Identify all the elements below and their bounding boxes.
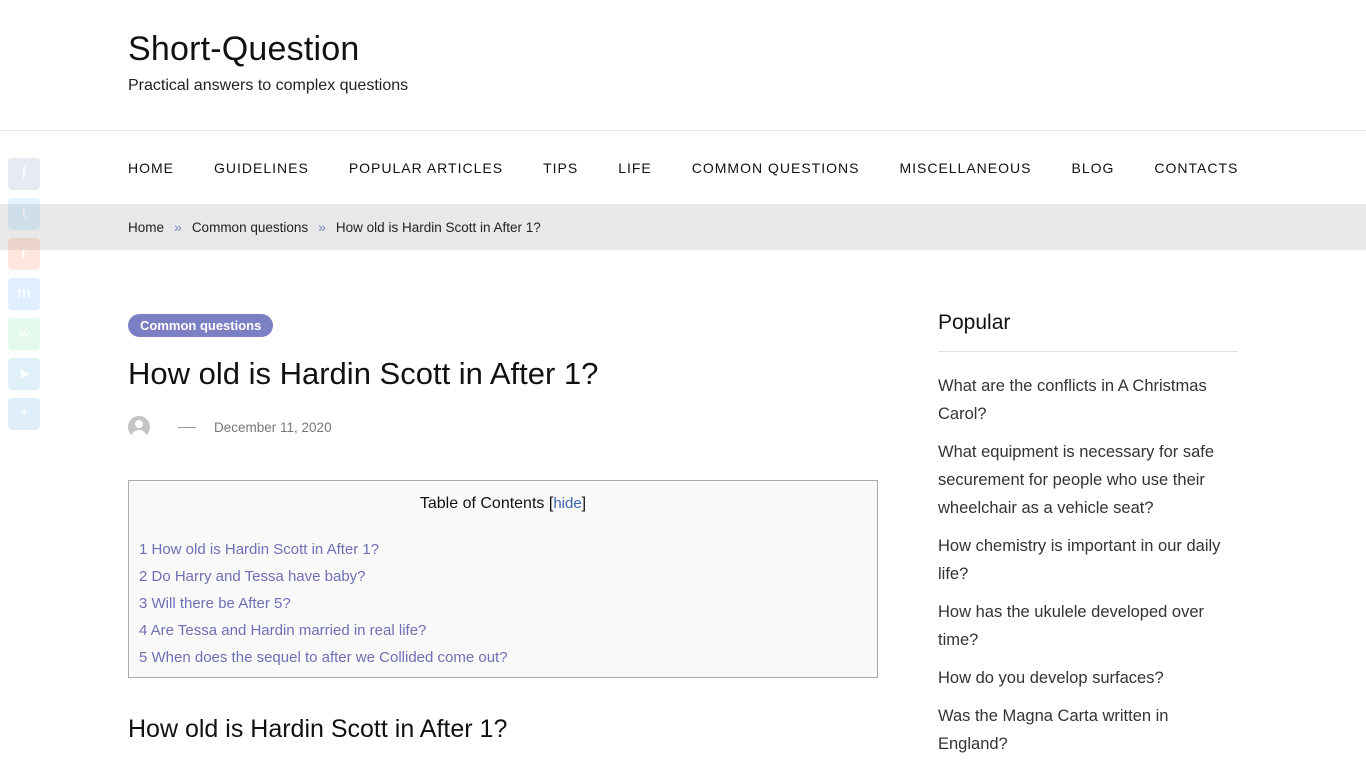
breadcrumb-category[interactable]: Common questions bbox=[192, 220, 308, 235]
list-item: How has the ukulele developed over time? bbox=[938, 598, 1238, 654]
nav-item-home[interactable]: HOME bbox=[128, 160, 174, 176]
popular-link[interactable]: How has the ukulele developed over time? bbox=[938, 603, 1204, 649]
breadcrumb-separator-icon: » bbox=[318, 219, 326, 235]
list-item: How chemistry is important in our daily … bbox=[938, 532, 1238, 588]
meta-dash bbox=[178, 426, 196, 428]
toc-link[interactable]: 4 Are Tessa and Hardin married in real l… bbox=[139, 622, 426, 639]
popular-list: What are the conflicts in A Christmas Ca… bbox=[938, 372, 1238, 768]
nav-item-popular-articles[interactable]: POPULAR ARTICLES bbox=[349, 160, 503, 176]
toc-item: 2 Do Harry and Tessa have baby? bbox=[139, 563, 508, 590]
sidebar-divider bbox=[938, 351, 1238, 352]
toc-item: 5 When does the sequel to after we Colli… bbox=[139, 644, 508, 671]
popular-link[interactable]: What equipment is necessary for safe sec… bbox=[938, 443, 1214, 517]
share-more-icon[interactable]: + bbox=[8, 398, 40, 430]
nav-item-guidelines[interactable]: GUIDELINES bbox=[214, 160, 309, 176]
twitter-icon[interactable]: t bbox=[8, 198, 40, 230]
list-item: What are the conflicts in A Christmas Ca… bbox=[938, 372, 1238, 428]
section-heading: How old is Hardin Scott in After 1? bbox=[128, 715, 508, 743]
nav-item-life[interactable]: LIFE bbox=[618, 160, 652, 176]
sidebar-title: Popular bbox=[938, 311, 1011, 334]
nav-item-blog[interactable]: BLOG bbox=[1071, 160, 1114, 176]
nav-item-miscellaneous[interactable]: MISCELLANEOUS bbox=[899, 160, 1031, 176]
popular-link[interactable]: What are the conflicts in A Christmas Ca… bbox=[938, 377, 1207, 423]
toc-link[interactable]: 5 When does the sequel to after we Colli… bbox=[139, 649, 508, 666]
breadcrumb-current: How old is Hardin Scott in After 1? bbox=[335, 219, 541, 235]
toc-item: 3 Will there be After 5? bbox=[139, 590, 508, 617]
breadcrumb: Home » Common questions » How old is Har… bbox=[128, 204, 541, 250]
popular-link[interactable]: Was the Magna Carta written in England? bbox=[938, 707, 1168, 753]
telegram-icon[interactable]: ➤ bbox=[8, 358, 40, 390]
toc-link[interactable]: 3 Will there be After 5? bbox=[139, 595, 291, 612]
facebook-icon[interactable]: f bbox=[8, 158, 40, 190]
popular-link[interactable]: How do you develop surfaces? bbox=[938, 669, 1164, 687]
avatar-icon[interactable] bbox=[128, 416, 150, 438]
list-item: How do you develop surfaces? bbox=[938, 664, 1238, 692]
toc-toggle-bracket: ] bbox=[581, 495, 587, 512]
category-badge[interactable]: Common questions bbox=[128, 314, 274, 337]
main-nav: HOME GUIDELINES POPULAR ARTICLES TIPS LI… bbox=[128, 131, 1278, 204]
messenger-icon[interactable]: m bbox=[8, 278, 40, 310]
post-meta: December 11, 2020 bbox=[128, 416, 332, 438]
whatsapp-icon[interactable]: w bbox=[8, 318, 40, 350]
toc-header: Table of Contents [hide] bbox=[129, 495, 877, 513]
site-header: Short-Question Practical answers to comp… bbox=[0, 0, 1366, 131]
toc-list: 1 How old is Hardin Scott in After 1? 2 … bbox=[139, 536, 508, 671]
list-item: What equipment is necessary for safe sec… bbox=[938, 438, 1238, 522]
table-of-contents: Table of Contents [hide] 1 How old is Ha… bbox=[128, 480, 878, 678]
site-tagline: Practical answers to complex questions bbox=[128, 77, 409, 94]
nav-item-contacts[interactable]: CONTACTS bbox=[1154, 160, 1238, 176]
popular-link[interactable]: How chemistry is important in our daily … bbox=[938, 537, 1220, 583]
toc-link[interactable]: 2 Do Harry and Tessa have baby? bbox=[139, 568, 366, 585]
site-title[interactable]: Short-Question bbox=[128, 30, 359, 69]
social-share-bar: f t r m w ➤ + bbox=[8, 158, 40, 438]
list-item: Was the Magna Carta written in England? bbox=[938, 702, 1238, 758]
breadcrumb-separator-icon: » bbox=[174, 219, 182, 235]
toc-link[interactable]: 1 How old is Hardin Scott in After 1? bbox=[139, 541, 379, 558]
post-title: How old is Hardin Scott in After 1? bbox=[128, 356, 599, 391]
post-date: December 11, 2020 bbox=[214, 419, 332, 435]
nav-item-tips[interactable]: TIPS bbox=[543, 160, 578, 176]
toc-hide-link[interactable]: hide bbox=[553, 495, 581, 512]
nav-item-common-questions[interactable]: COMMON QUESTIONS bbox=[692, 160, 860, 176]
toc-title: Table of Contents bbox=[419, 495, 545, 512]
toc-item: 1 How old is Hardin Scott in After 1? bbox=[139, 536, 508, 563]
breadcrumb-home[interactable]: Home bbox=[128, 220, 164, 235]
breadcrumb-bar: Home » Common questions » How old is Har… bbox=[0, 204, 1366, 250]
reddit-icon[interactable]: r bbox=[8, 238, 40, 270]
toc-item: 4 Are Tessa and Hardin married in real l… bbox=[139, 617, 508, 644]
